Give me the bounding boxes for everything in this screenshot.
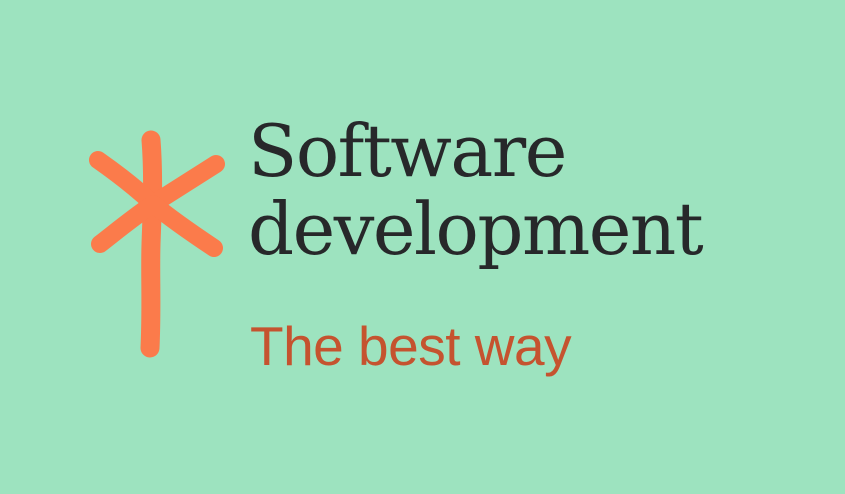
title-line-software: Software [248, 109, 567, 193]
asterisk-stick-icon [78, 126, 238, 368]
tagline: The best way [250, 315, 572, 377]
title-line-development: development [248, 187, 704, 271]
banner: Software development The best way [0, 0, 845, 494]
page-title: Software development [248, 109, 704, 271]
